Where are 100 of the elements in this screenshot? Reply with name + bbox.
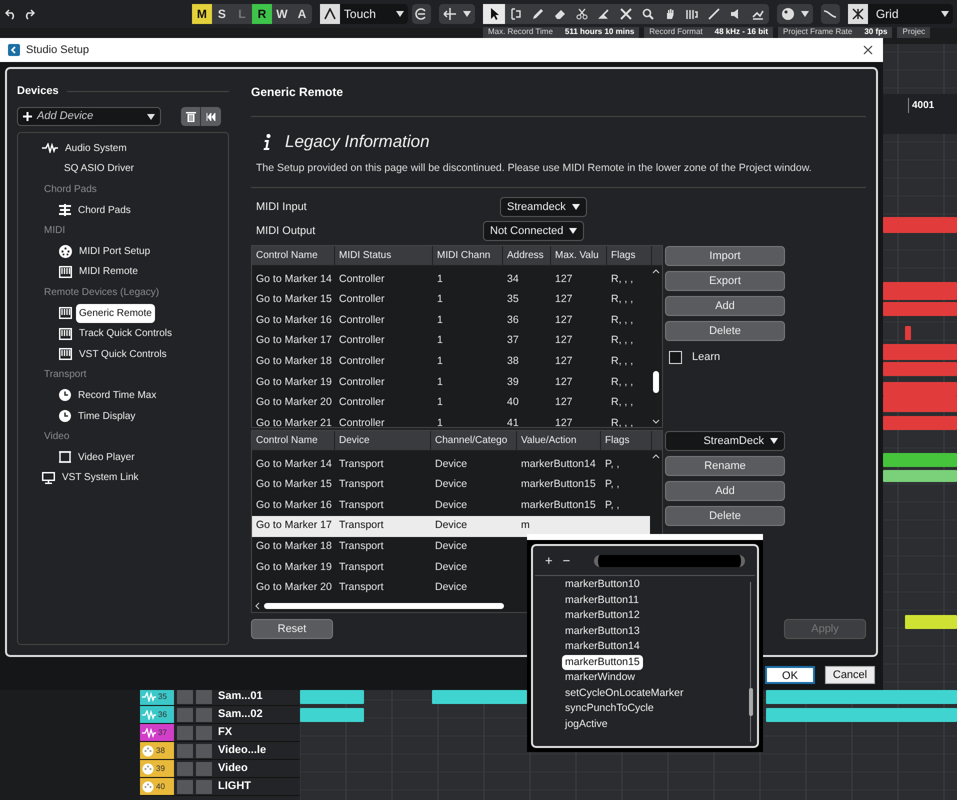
column-header[interactable]: Max. Valu — [551, 246, 607, 266]
snap-mode-button[interactable] — [438, 4, 475, 24]
window-title: Studio Setup — [26, 42, 90, 58]
automation-mode-button[interactable]: S — [212, 4, 232, 24]
table-cell-text: Go to Marker 17 — [255, 333, 333, 348]
color-menu-button[interactable] — [776, 4, 813, 24]
crossfade-button[interactable] — [820, 4, 840, 24]
table-cell-text: P, , — [604, 498, 620, 513]
action-button[interactable]: Add — [665, 296, 785, 316]
action-button[interactable]: Delete — [665, 321, 785, 342]
table-cell-text: Go to Marker 20 — [255, 580, 333, 596]
device-item[interactable]: MIDI Port Setup — [76, 242, 154, 261]
menu-item[interactable]: markerButton14 — [562, 639, 643, 654]
device-item[interactable]: Time Display — [75, 406, 138, 426]
menu-item[interactable]: syncPunchToCycle — [562, 701, 657, 716]
menu-item[interactable]: markerButton11 — [562, 592, 642, 608]
menu-item[interactable]: markerButton10 — [562, 577, 643, 592]
menu-item[interactable]: markerButton12 — [562, 608, 643, 624]
device-item[interactable]: Audio System — [62, 138, 130, 158]
column-header[interactable]: Value/Action — [517, 431, 601, 450]
glue-icon — [596, 7, 611, 21]
column-header[interactable]: Flags — [607, 246, 652, 266]
reset-button[interactable]: Reset — [251, 619, 333, 640]
midi-plug-icon — [142, 762, 154, 774]
menu-item[interactable]: markerButton15 — [562, 654, 643, 670]
column-header[interactable]: Address — [503, 246, 551, 266]
search-field[interactable] — [594, 554, 745, 566]
action-button[interactable]: Rename — [665, 456, 785, 476]
action-button[interactable]: Add — [665, 481, 785, 502]
table-cell-text: Transport — [338, 560, 385, 575]
table-cell-text: 34 — [506, 272, 520, 287]
table-cell-text: R, , , — [610, 354, 634, 370]
menu-item[interactable]: jogActive — [562, 716, 611, 732]
device-item[interactable]: SQ ASIO Driver — [61, 159, 138, 178]
table-cell-text: markerButton15 — [520, 477, 597, 492]
column-header[interactable]: Control Name — [252, 431, 335, 450]
learn-checkbox[interactable] — [669, 351, 682, 364]
column-header[interactable]: MIDI Chann — [433, 246, 503, 266]
dialog-button[interactable]: Cancel — [825, 666, 875, 684]
scissors-icon — [574, 7, 589, 21]
table-cell-text: Device — [434, 580, 468, 596]
device-item[interactable]: Generic Remote — [76, 304, 155, 323]
notice-title: Legacy Information — [285, 131, 430, 153]
automation-mode-button[interactable]: A — [292, 4, 312, 24]
action-button[interactable]: Delete — [665, 506, 785, 526]
menu-item[interactable]: markerButton13 — [562, 624, 643, 639]
device-item[interactable]: Track Quick Controls — [76, 324, 175, 344]
automation-mode-button[interactable]: M — [192, 4, 212, 24]
clock-icon — [59, 410, 71, 422]
device-item[interactable]: Video Player — [75, 448, 138, 467]
midi-input-dropdown[interactable]: Streamdeck — [500, 197, 587, 218]
scroll-left-icon — [255, 602, 260, 610]
edit-button[interactable] — [412, 4, 431, 24]
column-header[interactable]: Channel/Catego — [431, 431, 517, 450]
bank-dropdown[interactable]: StreamDeck — [665, 431, 785, 452]
solo-button[interactable] — [196, 690, 212, 704]
automation-mode-dropdown[interactable]: Touch — [320, 4, 408, 24]
waveform-icon — [42, 143, 58, 154]
table-cell-text: Device — [434, 539, 468, 554]
column-header[interactable]: Control Name — [252, 246, 335, 266]
midi-output-dropdown[interactable]: Not Connected — [483, 221, 584, 242]
menu-item[interactable]: markerWindow — [562, 670, 638, 686]
table-cell-text: 127 — [554, 354, 574, 370]
page-heading: Generic Remote — [251, 84, 344, 99]
automation-mode-button[interactable]: W — [272, 4, 292, 24]
keyboard-icon — [59, 307, 72, 320]
action-button[interactable]: Export — [665, 271, 785, 292]
scroll-thumb[interactable] — [748, 688, 752, 716]
device-item[interactable]: Chord Pads — [75, 200, 134, 220]
arrow-tool-button[interactable] — [482, 4, 505, 24]
dialog-button[interactable]: OK — [765, 666, 815, 684]
add-device-dropdown[interactable]: Add Device — [17, 107, 161, 126]
caret-icon — [770, 438, 778, 444]
table-cell-text: Go to Marker 15 — [255, 477, 333, 492]
midi-plug-icon — [59, 244, 72, 258]
remove-button[interactable]: − — [562, 550, 570, 570]
trash-icon — [186, 111, 196, 122]
midi-plug-icon — [142, 780, 154, 792]
column-header[interactable]: Device — [335, 431, 431, 450]
device-item[interactable]: MIDI Remote — [76, 262, 141, 282]
category-label: Video — [44, 430, 70, 444]
automation-mode-button[interactable]: R — [252, 4, 272, 24]
column-header[interactable]: MIDI Status — [335, 246, 433, 266]
device-item[interactable]: VST Quick Controls — [76, 344, 170, 364]
close-button[interactable] — [861, 43, 875, 57]
add-button[interactable]: + — [545, 550, 553, 570]
action-button[interactable]: Import — [665, 246, 785, 266]
info-value: 48 kHz - 16 bit — [714, 27, 768, 37]
table-cell-text: Controller — [338, 374, 386, 390]
column-header[interactable]: Flags — [601, 431, 652, 450]
scroll-thumb[interactable] — [264, 603, 504, 610]
device-item[interactable]: Record Time Max — [75, 386, 160, 405]
menu-item[interactable]: setCycleOnLocateMarker — [562, 686, 686, 701]
table-cell-text: Controller — [338, 312, 386, 328]
mute-button[interactable] — [177, 690, 193, 704]
snap-type-dropdown[interactable]: Grid — [848, 4, 953, 24]
device-item[interactable]: VST System Link — [59, 468, 142, 488]
table-cell-text: 127 — [554, 374, 574, 390]
waveform-icon — [142, 692, 156, 702]
scroll-thumb[interactable] — [653, 371, 659, 394]
